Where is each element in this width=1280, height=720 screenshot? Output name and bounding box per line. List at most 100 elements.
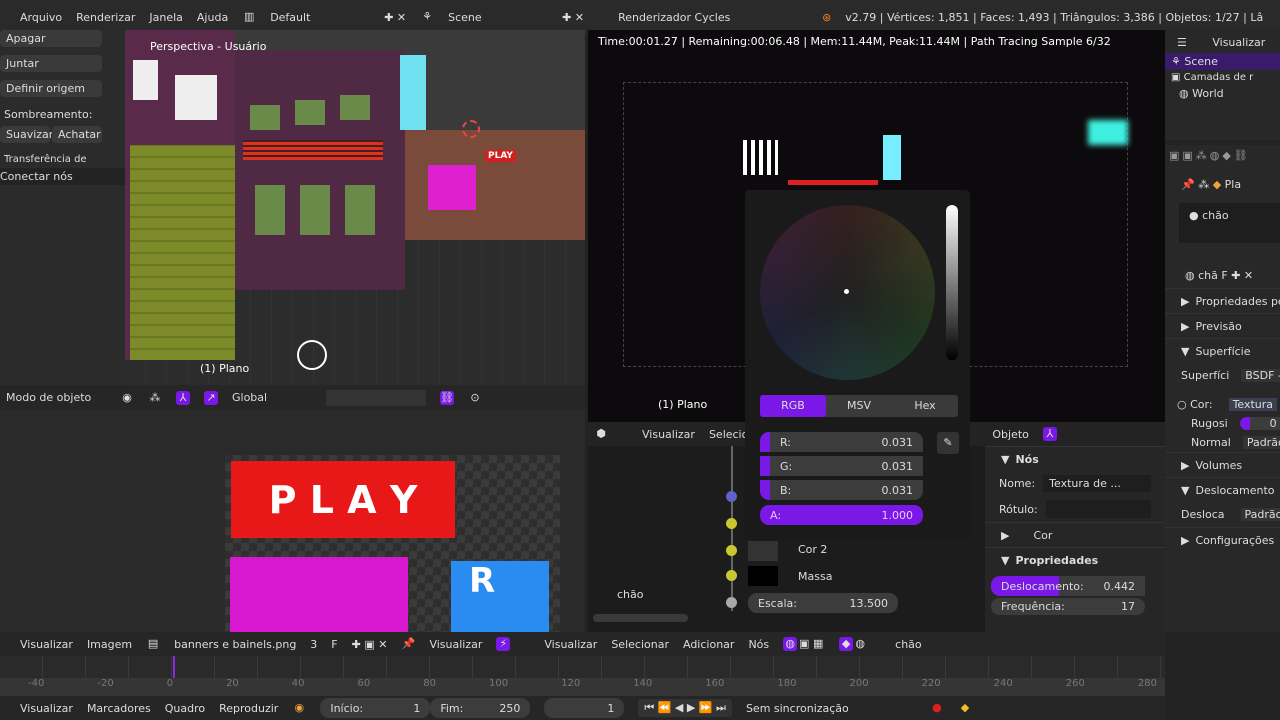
- manipulator-icon[interactable]: ⅄: [176, 390, 190, 405]
- color-wheel-cursor[interactable]: [844, 289, 849, 294]
- image-browse-icon[interactable]: ▤: [146, 637, 160, 651]
- sync-select[interactable]: Sem sincronização: [746, 702, 916, 715]
- surface-select[interactable]: BSDF -: [1241, 369, 1280, 382]
- image-fake-user[interactable]: F: [331, 638, 337, 651]
- ne-menu-select[interactable]: Selecionar: [611, 638, 669, 651]
- ne-material-select[interactable]: chão: [895, 638, 922, 651]
- keying-icon[interactable]: ◉: [292, 701, 306, 715]
- g-field[interactable]: G: 0.031: [760, 456, 923, 476]
- flat-button[interactable]: Achatar: [52, 126, 102, 143]
- properties-panel-header[interactable]: ▼ Propriedades: [985, 547, 1165, 572]
- menu-ajuda[interactable]: Ajuda: [197, 11, 228, 24]
- label-field[interactable]: [1045, 500, 1151, 518]
- pivot-icon[interactable]: ⁂: [148, 391, 162, 405]
- node-socket[interactable]: [726, 518, 737, 529]
- eyedropper-icon[interactable]: ✎: [937, 432, 959, 454]
- mode-select[interactable]: Modo de objeto: [6, 391, 106, 404]
- b-field[interactable]: B: 0.031: [760, 480, 923, 500]
- tl-menu-playback[interactable]: Reproduzir: [219, 702, 278, 715]
- end-frame-field[interactable]: Fim: 250: [430, 698, 531, 718]
- ne-menu-nodes[interactable]: Nós: [748, 638, 769, 651]
- snap-icon[interactable]: ⊙: [468, 391, 482, 405]
- displacement-slider[interactable]: Deslocamento: 0.442: [991, 576, 1145, 596]
- escala-field[interactable]: Escala: 13.500: [748, 593, 898, 613]
- layout-icon[interactable]: ▥: [242, 10, 256, 24]
- node-socket[interactable]: [726, 597, 737, 608]
- image-editor[interactable]: P L A Y R: [0, 410, 585, 632]
- tl-menu-view[interactable]: Visualizar: [20, 702, 73, 715]
- frequency-field[interactable]: Frequência: 17: [991, 598, 1145, 615]
- outliner-item-world[interactable]: ◍ World: [1165, 85, 1280, 102]
- render-engine-select[interactable]: Renderizador Cycles: [618, 11, 808, 24]
- image-name-field[interactable]: banners e bainels.png: [174, 638, 296, 651]
- add-layout-button[interactable]: ✚ ✕: [384, 11, 406, 24]
- ne-menu-view[interactable]: Visualizar: [544, 638, 597, 651]
- delete-button[interactable]: Apagar: [0, 30, 102, 47]
- playback-controls[interactable]: ⏮ ⏪ ◀ ▶ ⏩ ⏭: [638, 699, 732, 717]
- nodes-panel-header[interactable]: ▼ Nós: [985, 446, 1165, 471]
- start-frame-field[interactable]: Início: 1: [320, 698, 431, 718]
- tab-rgb[interactable]: RGB: [760, 395, 826, 417]
- tl-menu-frame[interactable]: Quadro: [165, 702, 205, 715]
- ie-view-select[interactable]: Visualizar: [429, 638, 482, 651]
- properties-tabs[interactable]: ▣▣⁂◍◆⛓: [1165, 145, 1280, 166]
- image-actions[interactable]: ✚ ▣ ✕: [352, 638, 388, 651]
- object-menu[interactable]: Objeto: [992, 428, 1029, 441]
- panel-surface[interactable]: ▼ Superfície: [1165, 338, 1280, 363]
- current-frame-field[interactable]: 1: [544, 698, 625, 718]
- color-panel-header[interactable]: ▶ Cor: [985, 522, 1165, 547]
- node-socket[interactable]: [726, 491, 737, 502]
- panel-settings[interactable]: ▶ Configurações: [1165, 527, 1280, 552]
- 3d-viewport[interactable]: PLAY Perspectiva - Usuário (1) Plano: [125, 30, 585, 385]
- menu-janela[interactable]: Janela: [149, 11, 183, 24]
- ne-menu-add[interactable]: Adicionar: [683, 638, 734, 651]
- panel-preview[interactable]: ▶ Previsão: [1165, 313, 1280, 338]
- panel-custom-props[interactable]: ▶ Propriedades pers: [1165, 288, 1280, 313]
- layout-select[interactable]: Default: [270, 11, 370, 24]
- pin-icon[interactable]: 📌: [401, 637, 416, 651]
- translate-icon[interactable]: ↗: [204, 390, 218, 405]
- a-field[interactable]: A: 1.000: [760, 505, 923, 525]
- editor-type-icon[interactable]: ⬢: [594, 427, 608, 441]
- node-socket[interactable]: [726, 545, 737, 556]
- name-field[interactable]: Textura de ...: [1043, 475, 1151, 492]
- ie-menu-image[interactable]: Imagem: [87, 638, 132, 651]
- 3d-cursor-icon[interactable]: [462, 120, 480, 138]
- shader-type-icons[interactable]: ◍ ▣ ▦: [783, 637, 825, 651]
- roughness-field[interactable]: 0: [1239, 417, 1280, 430]
- scene-select[interactable]: Scene: [448, 11, 548, 24]
- cor2-swatch[interactable]: [748, 541, 778, 561]
- set-origin-select[interactable]: Definir origem: [0, 80, 102, 97]
- horizontal-scrollbar[interactable]: [593, 614, 688, 622]
- outliner-item-layers[interactable]: ▣ Camadas de r: [1165, 70, 1280, 85]
- normal-select[interactable]: Padrão: [1242, 436, 1280, 449]
- color-link-button[interactable]: Textura: [1228, 398, 1278, 411]
- scene-icon[interactable]: ⚘: [420, 10, 434, 24]
- lock-layers-icon[interactable]: ⛓: [440, 390, 454, 405]
- ne-editor-icon[interactable]: ⚡: [496, 637, 511, 651]
- tab-hex[interactable]: Hex: [892, 395, 958, 417]
- orientation-select[interactable]: Global: [232, 391, 312, 404]
- outliner-view-menu[interactable]: ☰ Visualizar: [1165, 30, 1280, 53]
- node-socket[interactable]: [726, 570, 737, 581]
- tl-menu-markers[interactable]: Marcadores: [87, 702, 151, 715]
- add-scene-button[interactable]: ✚ ✕: [562, 11, 584, 24]
- node-menu-visualizar[interactable]: Visualizar: [642, 428, 695, 441]
- timeline[interactable]: -40 -20 0 20 40 60 80 100 120 140 160 180 200 220 240 2…: [0, 656, 1165, 696]
- outliner-item-scene[interactable]: ⚘ Scene: [1165, 53, 1280, 70]
- panel-displacement[interactable]: ▼ Deslocamento: [1165, 477, 1280, 502]
- shader-object-icons[interactable]: ◆ ◍: [839, 637, 867, 651]
- massa-swatch[interactable]: [748, 566, 778, 586]
- disp-select[interactable]: Padrão: [1240, 508, 1280, 521]
- ie-menu-view[interactable]: Visualizar: [20, 638, 73, 651]
- connect-nodes-panel[interactable]: Conectar nós: [0, 168, 125, 185]
- join-button[interactable]: Juntar: [0, 55, 102, 72]
- keyframe-icon[interactable]: ◆: [958, 701, 972, 715]
- value-slider[interactable]: [946, 205, 958, 360]
- material-slot-list[interactable]: ● chão: [1179, 203, 1280, 243]
- tab-msv[interactable]: MSV: [826, 395, 892, 417]
- shading-icon[interactable]: ◉: [120, 391, 134, 405]
- fake-user-toggle[interactable]: F: [1221, 269, 1227, 282]
- record-icon[interactable]: ●: [930, 701, 944, 715]
- transform-icon[interactable]: ⅄: [1042, 427, 1057, 441]
